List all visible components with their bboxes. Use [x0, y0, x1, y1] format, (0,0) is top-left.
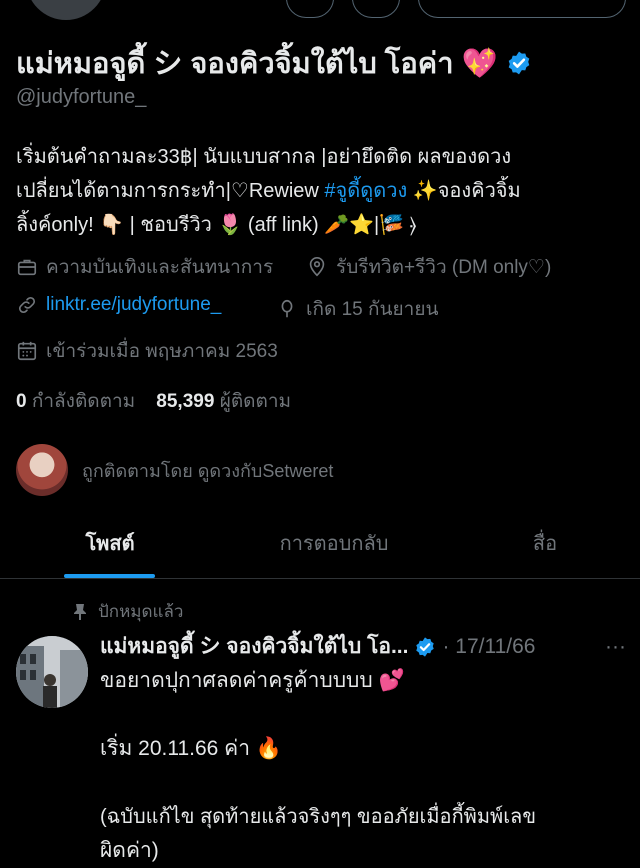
tab-posts[interactable]: โพสต์ — [40, 520, 180, 578]
location-text: รับรีทวิต+รีวิว (DM only♡) — [336, 257, 552, 278]
more-options-icon[interactable]: ··· — [605, 635, 626, 659]
more-options-button[interactable] — [286, 0, 334, 18]
avatar-photo — [16, 636, 88, 708]
post-author-name[interactable]: แม่หมอจูดี้ シ จองคิวจิ้มใต้ไบ โอ... — [100, 630, 408, 663]
verified-badge-icon — [416, 636, 435, 657]
post-line: ขอยาดปุกาศลดค่าครูค้าบบบบ 💕 — [100, 669, 405, 692]
post-line: (ฉบับแก้ไข สุดท้ายแล้วจริงๆๆ ขออภัยเมื่อ… — [100, 806, 536, 828]
category-text: ความบันเทิงและสันทนาการ — [46, 257, 274, 278]
profile-tabs: โพสต์ การตอบกลับ สื่อ — [0, 520, 640, 579]
profile-handle: @judyfortune_ — [16, 86, 147, 108]
pinned-label: ปักหมุดแล้ว — [98, 602, 184, 621]
profile-stats: 0 กำลังติดตาม 85,399 ผู้ติดตาม — [16, 386, 291, 416]
profile-bio: เริ่มต้นคำถามละ33฿| นับแบบสากล |อย่ายึดต… — [16, 140, 626, 242]
bio-line: ลิ้งค์only! 👇🏻 | ชอบรีวิว 🌷 (aff link) 🥕… — [16, 214, 417, 236]
hashtag-link[interactable]: #จูดี้ดูดวง — [324, 180, 407, 202]
joined-text: เข้าร่วมเมื่อ พฤษภาคม 2563 — [46, 341, 278, 362]
bio-line: เปลี่ยนได้ตามการกระทำ|♡Rewiew #จูดี้ดูดว… — [16, 174, 626, 208]
briefcase-icon — [17, 259, 37, 276]
verified-badge-icon[interactable] — [506, 50, 532, 76]
pinned-indicator: ปักหมุดแล้ว — [72, 598, 183, 625]
bio-line: เริ่มต้นคำถามละ33฿| นับแบบสากล |อย่ายึดต… — [16, 146, 512, 168]
display-name-text: แม่หมอจูดี้ シ จองคิวจิ้มใต้ไบ โอค่า 💖 — [16, 48, 498, 80]
balloon-icon — [281, 299, 293, 318]
follower-avatar — [16, 444, 68, 496]
calendar-icon — [17, 341, 37, 361]
location-item: รับรีทวิต+รีวิว (DM only♡) — [306, 252, 551, 282]
link-icon — [18, 296, 36, 314]
profile-display-name: แม่หมอจูดี้ シ จองคิวจิ้มใต้ไบ โอค่า 💖 — [16, 40, 532, 86]
active-tab-indicator — [64, 574, 155, 578]
post-line: เริ่ม 20.11.66 ค่า 🔥 — [100, 737, 282, 760]
tab-replies[interactable]: การตอบกลับ — [244, 520, 424, 578]
birthday-item: เกิด 15 กันยายน — [276, 294, 438, 324]
tab-media[interactable]: สื่อ — [500, 520, 590, 578]
following-label: กำลังติดตาม — [31, 391, 136, 412]
followers-link[interactable]: 85,399 ผู้ติดตาม — [156, 391, 291, 412]
website-link[interactable]: linktr.ee/judyfortune_ — [46, 294, 221, 316]
post-header: แม่หมอจูดี้ シ จองคิวจิ้มใต้ไบ โอ... · 17… — [100, 630, 626, 663]
followers-count: 85,399 — [156, 391, 215, 412]
post-author-avatar[interactable] — [16, 636, 88, 708]
followers-label: ผู้ติดตาม — [219, 391, 292, 412]
joined-item: เข้าร่วมเมื่อ พฤษภาคม 2563 — [16, 336, 278, 366]
message-button[interactable] — [352, 0, 400, 18]
following-count: 0 — [16, 391, 27, 412]
location-pin-icon — [309, 257, 325, 277]
post-line: ผิดค่า) — [100, 839, 159, 862]
bio-text: เปลี่ยนได้ตามการกระทำ|♡Rewiew — [16, 180, 325, 202]
followed-by-text: ถูกติดตามโดย ดูดวงกับSetweret — [82, 460, 334, 481]
followed-by-row[interactable]: ถูกติดตามโดย ดูดวงกับSetweret — [16, 444, 333, 496]
category-item: ความบันเทิงและสันทนาการ — [16, 252, 273, 282]
website-item: linktr.ee/judyfortune_ — [16, 294, 221, 316]
follow-button[interactable] — [418, 0, 626, 18]
following-link[interactable]: 0 กำลังติดตาม — [16, 391, 135, 412]
profile-avatar[interactable] — [26, 0, 106, 20]
pin-icon — [74, 603, 86, 620]
birthday-text: เกิด 15 กันยายน — [306, 299, 439, 320]
post-text: ขอยาดปุกาศลดค่าครูค้าบบบบ 💕 เริ่ม 20.11.… — [100, 664, 620, 868]
bio-text: ✨จองคิวจิ้ม — [407, 180, 521, 202]
post-date[interactable]: · 17/11/66 — [442, 635, 535, 659]
